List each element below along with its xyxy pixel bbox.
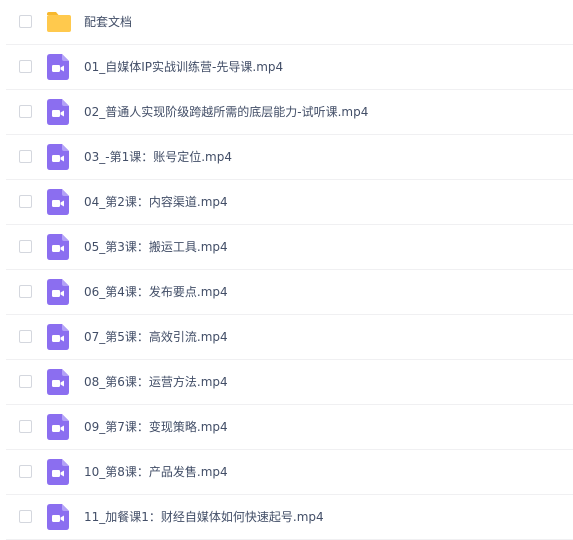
row-checkbox[interactable] bbox=[19, 420, 32, 433]
video-file-icon bbox=[47, 234, 69, 260]
file-name[interactable]: 09_第7课：变现策略.mp4 bbox=[84, 419, 228, 435]
file-row[interactable]: 03_-第1课：账号定位.mp4 bbox=[0, 135, 573, 180]
row-checkbox[interactable] bbox=[19, 240, 32, 253]
video-file-icon bbox=[47, 324, 69, 350]
file-name[interactable]: 配套文档 bbox=[84, 14, 132, 30]
row-checkbox[interactable] bbox=[19, 60, 32, 73]
row-checkbox[interactable] bbox=[19, 15, 32, 28]
file-row[interactable]: 08_第6课：运营方法.mp4 bbox=[0, 360, 573, 405]
file-list: 配套文档 01_自媒体IP实战训练营-先导课.mp4 02_普通人实现阶级跨越所需的… bbox=[0, 0, 573, 540]
file-name[interactable]: 02_普通人实现阶级跨越所需的底层能力-试听课.mp4 bbox=[84, 104, 368, 120]
video-file-icon bbox=[47, 99, 69, 125]
file-name[interactable]: 04_第2课：内容渠道.mp4 bbox=[84, 194, 228, 210]
row-checkbox[interactable] bbox=[19, 510, 32, 523]
file-row[interactable]: 06_第4课：发布要点.mp4 bbox=[0, 270, 573, 315]
file-name[interactable]: 01_自媒体IP实战训练营-先导课.mp4 bbox=[84, 59, 283, 75]
file-row[interactable]: 04_第2课：内容渠道.mp4 bbox=[0, 180, 573, 225]
video-file-icon bbox=[47, 279, 69, 305]
file-row[interactable]: 10_第8课：产品发售.mp4 bbox=[0, 450, 573, 495]
video-file-icon bbox=[47, 189, 69, 215]
row-checkbox[interactable] bbox=[19, 330, 32, 343]
file-name[interactable]: 03_-第1课：账号定位.mp4 bbox=[84, 149, 232, 165]
folder-row[interactable]: 配套文档 bbox=[0, 0, 573, 45]
row-checkbox[interactable] bbox=[19, 150, 32, 163]
file-row[interactable]: 01_自媒体IP实战训练营-先导课.mp4 bbox=[0, 45, 573, 90]
file-name[interactable]: 08_第6课：运营方法.mp4 bbox=[84, 374, 228, 390]
video-file-icon bbox=[47, 54, 69, 80]
row-checkbox[interactable] bbox=[19, 375, 32, 388]
video-file-icon bbox=[47, 459, 69, 485]
video-file-icon bbox=[47, 414, 69, 440]
row-checkbox[interactable] bbox=[19, 285, 32, 298]
file-row[interactable]: 11_加餐课1：财经自媒体如何快速起号.mp4 bbox=[0, 495, 573, 540]
file-row[interactable]: 07_第5课：高效引流.mp4 bbox=[0, 315, 573, 360]
file-row[interactable]: 09_第7课：变现策略.mp4 bbox=[0, 405, 573, 450]
file-name[interactable]: 06_第4课：发布要点.mp4 bbox=[84, 284, 228, 300]
video-file-icon bbox=[47, 144, 69, 170]
file-name[interactable]: 05_第3课：搬运工具.mp4 bbox=[84, 239, 228, 255]
file-name[interactable]: 07_第5课：高效引流.mp4 bbox=[84, 329, 228, 345]
video-file-icon bbox=[47, 504, 69, 530]
folder-icon bbox=[47, 12, 71, 32]
file-name[interactable]: 10_第8课：产品发售.mp4 bbox=[84, 464, 228, 480]
file-row[interactable]: 05_第3课：搬运工具.mp4 bbox=[0, 225, 573, 270]
file-name[interactable]: 11_加餐课1：财经自媒体如何快速起号.mp4 bbox=[84, 509, 324, 525]
row-checkbox[interactable] bbox=[19, 195, 32, 208]
video-file-icon bbox=[47, 369, 69, 395]
row-checkbox[interactable] bbox=[19, 465, 32, 478]
row-checkbox[interactable] bbox=[19, 105, 32, 118]
file-row[interactable]: 02_普通人实现阶级跨越所需的底层能力-试听课.mp4 bbox=[0, 90, 573, 135]
